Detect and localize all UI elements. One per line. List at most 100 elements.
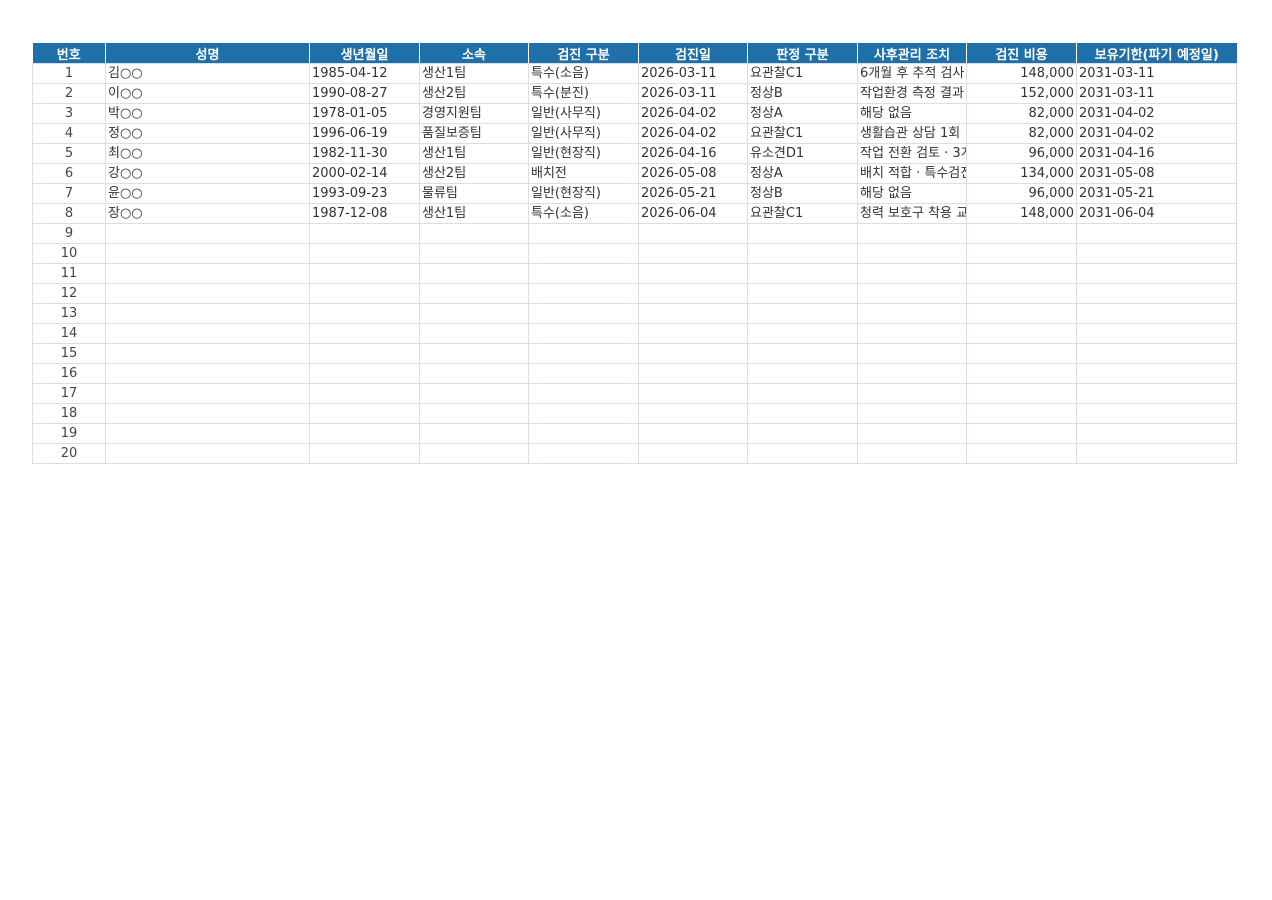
cell-name[interactable] — [105, 303, 310, 324]
cell-no[interactable]: 9 — [32, 223, 106, 244]
cell-type[interactable] — [528, 223, 639, 244]
cell-birth[interactable]: 1985-04-12 — [309, 63, 420, 84]
cell-action[interactable]: 작업 전환 검토 · 3개월 추적 — [857, 143, 967, 164]
cell-dept[interactable]: 생산1팀 — [419, 203, 529, 224]
cell-name[interactable]: 강○○ — [105, 163, 310, 184]
cell-date[interactable] — [638, 323, 748, 344]
cell-cost[interactable]: 82,000 — [966, 123, 1077, 144]
cell-dept[interactable] — [419, 303, 529, 324]
cell-verdict[interactable] — [747, 243, 858, 264]
cell-verdict[interactable] — [747, 383, 858, 404]
cell-action[interactable] — [857, 363, 967, 384]
cell-type[interactable] — [528, 243, 639, 264]
cell-cost[interactable] — [966, 223, 1077, 244]
cell-birth[interactable]: 1987-12-08 — [309, 203, 420, 224]
cell-date[interactable] — [638, 243, 748, 264]
cell-type[interactable] — [528, 323, 639, 344]
cell-name[interactable]: 최○○ — [105, 143, 310, 164]
cell-no[interactable]: 18 — [32, 403, 106, 424]
cell-action[interactable]: 해당 없음 — [857, 183, 967, 204]
cell-birth[interactable]: 1990-08-27 — [309, 83, 420, 104]
cell-cost[interactable]: 152,000 — [966, 83, 1077, 104]
cell-name[interactable]: 정○○ — [105, 123, 310, 144]
cell-no[interactable]: 6 — [32, 163, 106, 184]
header-col-cost[interactable]: 검진 비용 — [966, 43, 1077, 64]
cell-type[interactable] — [528, 363, 639, 384]
cell-dept[interactable]: 생산1팀 — [419, 63, 529, 84]
cell-dept[interactable] — [419, 383, 529, 404]
cell-birth[interactable] — [309, 403, 420, 424]
cell-verdict[interactable]: 유소견D1 — [747, 143, 858, 164]
cell-name[interactable] — [105, 223, 310, 244]
cell-date[interactable] — [638, 423, 748, 444]
cell-verdict[interactable] — [747, 323, 858, 344]
cell-retention[interactable] — [1076, 283, 1237, 304]
cell-type[interactable] — [528, 303, 639, 324]
cell-name[interactable]: 김○○ — [105, 63, 310, 84]
cell-verdict[interactable]: 요관찰C1 — [747, 123, 858, 144]
cell-type[interactable] — [528, 403, 639, 424]
cell-dept[interactable]: 생산2팀 — [419, 83, 529, 104]
cell-birth[interactable]: 1978-01-05 — [309, 103, 420, 124]
cell-cost[interactable] — [966, 443, 1077, 464]
cell-type[interactable] — [528, 423, 639, 444]
cell-dept[interactable]: 경영지원팀 — [419, 103, 529, 124]
cell-action[interactable] — [857, 323, 967, 344]
cell-no[interactable]: 14 — [32, 323, 106, 344]
cell-retention[interactable]: 2031-04-02 — [1076, 103, 1237, 124]
cell-birth[interactable]: 2000-02-14 — [309, 163, 420, 184]
cell-type[interactable]: 일반(현장직) — [528, 183, 639, 204]
cell-cost[interactable] — [966, 263, 1077, 284]
cell-name[interactable]: 박○○ — [105, 103, 310, 124]
cell-no[interactable]: 19 — [32, 423, 106, 444]
header-col-no[interactable]: 번호 — [32, 43, 106, 64]
cell-action[interactable]: 작업환경 측정 결과 확인 — [857, 83, 967, 104]
cell-no[interactable]: 10 — [32, 243, 106, 264]
cell-birth[interactable] — [309, 383, 420, 404]
cell-retention[interactable]: 2031-04-16 — [1076, 143, 1237, 164]
cell-cost[interactable]: 82,000 — [966, 103, 1077, 124]
cell-name[interactable] — [105, 243, 310, 264]
cell-type[interactable]: 배치전 — [528, 163, 639, 184]
cell-retention[interactable] — [1076, 443, 1237, 464]
cell-cost[interactable] — [966, 383, 1077, 404]
cell-retention[interactable] — [1076, 243, 1237, 264]
cell-date[interactable] — [638, 283, 748, 304]
cell-dept[interactable] — [419, 423, 529, 444]
cell-name[interactable] — [105, 443, 310, 464]
cell-birth[interactable] — [309, 323, 420, 344]
cell-action[interactable] — [857, 303, 967, 324]
cell-cost[interactable]: 96,000 — [966, 143, 1077, 164]
cell-dept[interactable] — [419, 323, 529, 344]
header-col-action[interactable]: 사후관리 조치 — [857, 43, 967, 64]
cell-date[interactable] — [638, 303, 748, 324]
cell-retention[interactable] — [1076, 263, 1237, 284]
cell-verdict[interactable]: 요관찰C1 — [747, 203, 858, 224]
cell-name[interactable] — [105, 283, 310, 304]
cell-date[interactable] — [638, 363, 748, 384]
cell-birth[interactable] — [309, 303, 420, 324]
cell-type[interactable] — [528, 383, 639, 404]
cell-no[interactable]: 20 — [32, 443, 106, 464]
cell-date[interactable]: 2026-06-04 — [638, 203, 748, 224]
cell-verdict[interactable] — [747, 303, 858, 324]
cell-verdict[interactable] — [747, 263, 858, 284]
cell-birth[interactable]: 1993-09-23 — [309, 183, 420, 204]
cell-verdict[interactable]: 요관찰C1 — [747, 63, 858, 84]
cell-type[interactable] — [528, 443, 639, 464]
cell-action[interactable] — [857, 263, 967, 284]
cell-retention[interactable] — [1076, 363, 1237, 384]
cell-type[interactable]: 일반(현장직) — [528, 143, 639, 164]
cell-retention[interactable] — [1076, 223, 1237, 244]
cell-verdict[interactable]: 정상A — [747, 103, 858, 124]
cell-cost[interactable] — [966, 363, 1077, 384]
cell-birth[interactable] — [309, 223, 420, 244]
cell-dept[interactable] — [419, 263, 529, 284]
cell-cost[interactable] — [966, 343, 1077, 364]
cell-no[interactable]: 11 — [32, 263, 106, 284]
cell-birth[interactable] — [309, 343, 420, 364]
cell-action[interactable] — [857, 283, 967, 304]
cell-dept[interactable] — [419, 343, 529, 364]
cell-dept[interactable]: 물류팀 — [419, 183, 529, 204]
cell-verdict[interactable] — [747, 443, 858, 464]
